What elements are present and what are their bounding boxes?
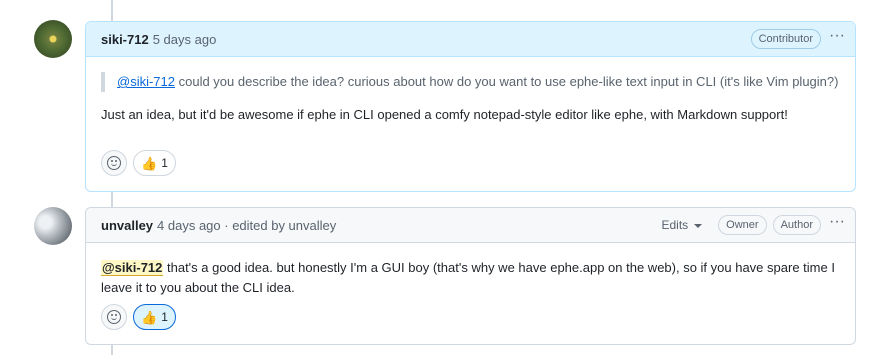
add-reaction-button[interactable]	[101, 304, 127, 330]
user-mention-link[interactable]: @siki-712	[117, 74, 175, 89]
avatar[interactable]	[34, 207, 72, 245]
reactions-bar: 👍 1	[101, 150, 176, 176]
comment-timestamp[interactable]: 4 days ago · edited by unvalley	[157, 218, 336, 233]
kebab-horizontal-icon[interactable]: ···	[827, 214, 847, 230]
comment-author[interactable]: unvalley	[101, 218, 153, 233]
add-reaction-button[interactable]	[101, 150, 127, 176]
comment-body: @siki-712 could you describe the idea? c…	[86, 57, 855, 125]
smiley-icon	[107, 156, 121, 170]
reaction-count: 1	[161, 310, 168, 324]
comment-author[interactable]: siki-712	[101, 32, 149, 47]
user-mention-link[interactable]: @siki-712	[101, 260, 164, 276]
contributor-badge: Contributor	[750, 29, 821, 49]
comment: unvalley 4 days ago · edited by unvalley…	[85, 207, 856, 345]
author-badge: Author	[772, 215, 821, 235]
comment-header: siki-712 5 days ago Contributor ···	[86, 22, 855, 57]
comment: siki-712 5 days ago Contributor ··· @sik…	[85, 21, 856, 192]
chevron-down-icon	[694, 223, 703, 228]
thumbs-up-icon: 👍	[141, 309, 158, 325]
comment-header: unvalley 4 days ago · edited by unvalley…	[86, 208, 855, 243]
comment-text-rest: that's a good idea. but honestly I'm a G…	[101, 260, 835, 295]
thumbs-up-icon: 👍	[141, 155, 158, 171]
comment-text: Just an idea, but it'd be awesome if eph…	[101, 107, 788, 122]
comment-text: @siki-712 that's a good idea. but honest…	[101, 258, 840, 298]
edits-label: Edits	[661, 218, 689, 232]
comment-timestamp[interactable]: 5 days ago	[153, 32, 217, 47]
owner-badge: Owner	[718, 215, 767, 235]
avatar[interactable]	[34, 20, 72, 58]
reactions-bar: 👍 1	[101, 304, 176, 330]
kebab-horizontal-icon[interactable]: ···	[827, 28, 847, 44]
reaction-count: 1	[161, 156, 168, 170]
comment-body: @siki-712 that's a good idea. but honest…	[86, 243, 855, 298]
quote-text: could you describe the idea? curious abo…	[175, 74, 839, 89]
blockquote: @siki-712 could you describe the idea? c…	[101, 72, 840, 92]
thumbs-up-reaction[interactable]: 👍 1	[133, 150, 176, 176]
smiley-icon	[107, 310, 121, 324]
thumbs-up-reaction[interactable]: 👍 1	[133, 304, 176, 330]
edits-dropdown[interactable]: Edits	[661, 218, 703, 232]
